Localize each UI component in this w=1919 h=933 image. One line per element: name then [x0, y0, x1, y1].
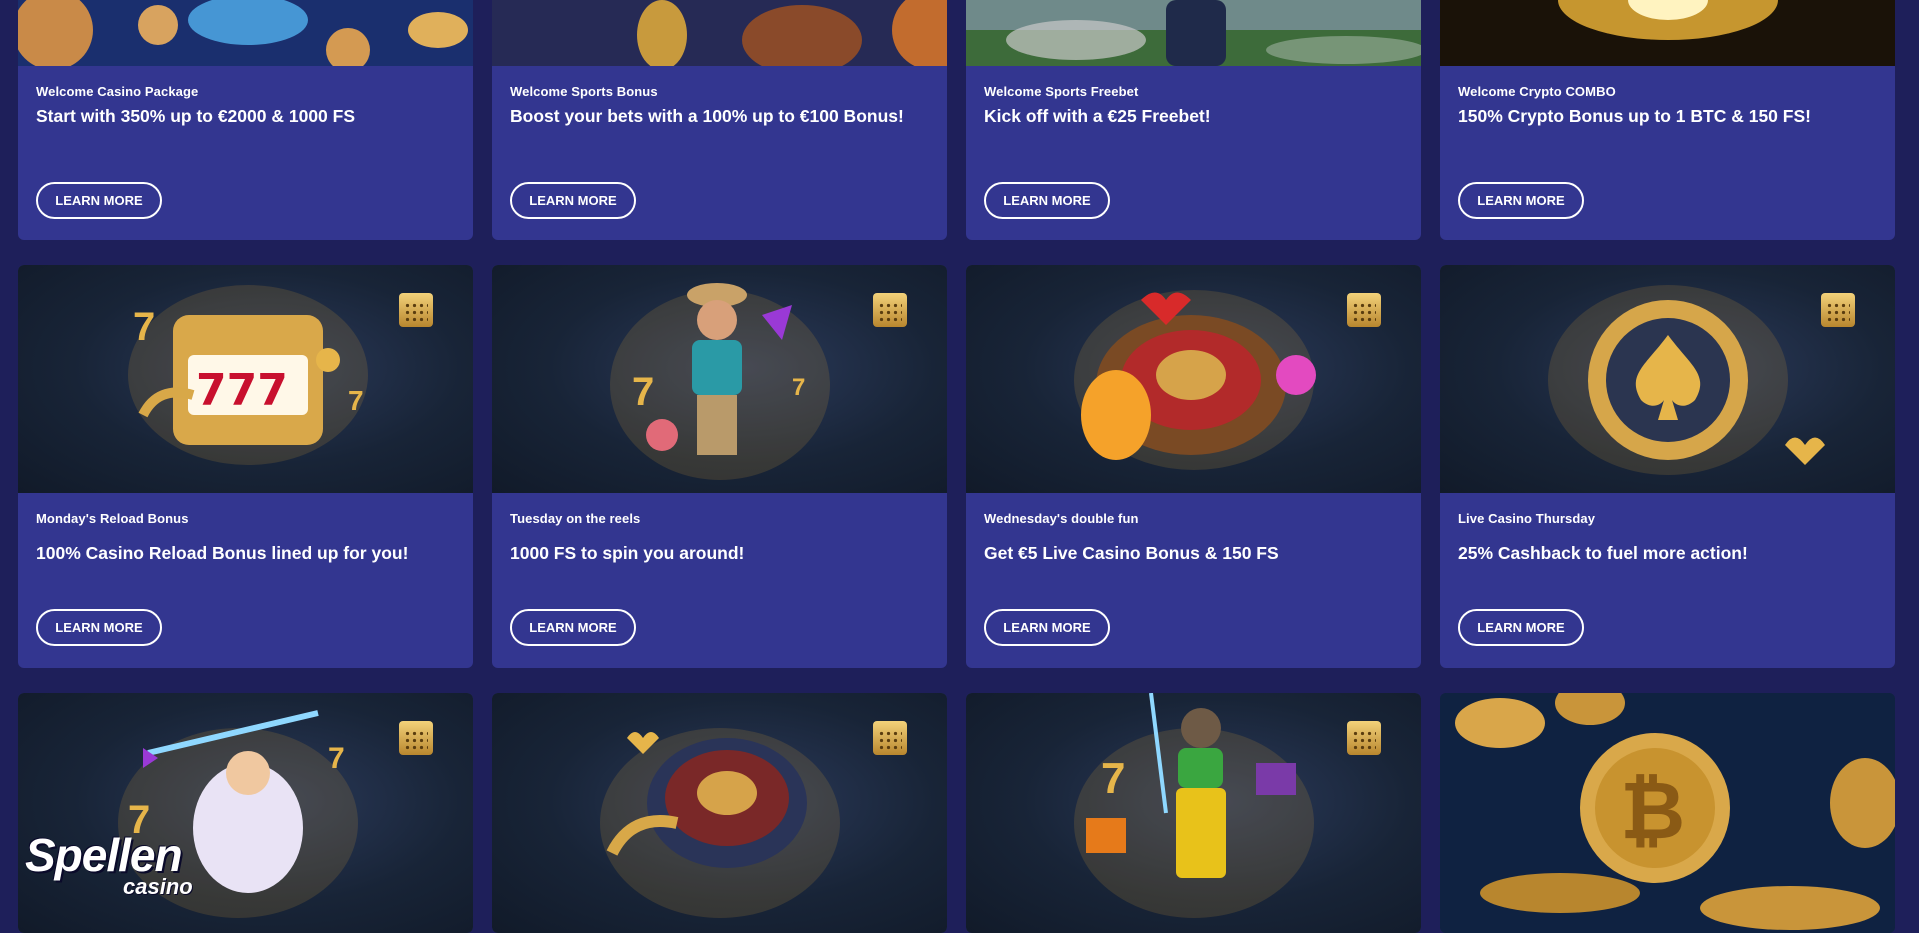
promo-title: Start with 350% up to €2000 & 1000 FS — [36, 106, 356, 126]
calendar-icon — [873, 293, 907, 327]
promo-subtitle: Welcome Sports Freebet — [984, 84, 1139, 99]
promo-image — [1440, 0, 1895, 66]
promo-card-miner[interactable]: 7 — [966, 693, 1421, 933]
promo-subtitle: Welcome Sports Bonus — [510, 84, 658, 99]
promo-card-sports-freebet[interactable]: Welcome Sports Freebet Kick off with a €… — [966, 0, 1421, 240]
promo-subtitle: Wednesday's double fun — [984, 511, 1139, 526]
promo-title: Get €5 Live Casino Bonus & 150 FS — [984, 543, 1279, 563]
calendar-icon — [399, 721, 433, 755]
learn-more-button[interactable]: LEARN MORE — [984, 609, 1110, 646]
promo-image — [18, 0, 473, 66]
promo-title: 100% Casino Reload Bonus lined up for yo… — [36, 543, 409, 563]
calendar-icon — [1821, 293, 1855, 327]
spellen-casino-logo: Spellen casino — [25, 828, 235, 903]
promo-subtitle: Welcome Casino Package — [36, 84, 199, 99]
svg-text:7: 7 — [348, 385, 364, 416]
svg-text:7: 7 — [133, 305, 155, 349]
svg-text:₿: ₿ — [1620, 766, 1685, 855]
learn-more-button[interactable]: LEARN MORE — [984, 182, 1110, 219]
promo-subtitle: Welcome Crypto COMBO — [1458, 84, 1616, 99]
promotions-grid: Welcome Casino Package Start with 350% u… — [0, 0, 1919, 933]
calendar-icon — [399, 293, 433, 327]
calendar-icon — [1347, 293, 1381, 327]
learn-more-button[interactable]: LEARN MORE — [510, 609, 636, 646]
learn-more-button[interactable]: LEARN MORE — [36, 609, 162, 646]
learn-more-button[interactable]: LEARN MORE — [36, 182, 162, 219]
promo-card-welcome-casino[interactable]: Welcome Casino Package Start with 350% u… — [18, 0, 473, 240]
promo-subtitle: Tuesday on the reels — [510, 511, 641, 526]
svg-text:7: 7 — [792, 374, 805, 401]
svg-text:7: 7 — [1101, 754, 1125, 803]
promo-title: Kick off with a €25 Freebet! — [984, 106, 1211, 126]
promo-title: Boost your bets with a 100% up to €100 B… — [510, 106, 904, 126]
promo-card-monday-reload[interactable]: 777 7 7 Monday's Reload Bonus 100% Casin… — [18, 265, 473, 668]
promo-subtitle: Live Casino Thursday — [1458, 511, 1596, 526]
promo-title: 25% Cashback to fuel more action! — [1458, 543, 1748, 563]
promo-card-welcome-sports[interactable]: Welcome Sports Bonus Boost your bets wit… — [492, 0, 947, 240]
promo-card-live-casino-thursday[interactable]: Live Casino Thursday 25% Cashback to fue… — [1440, 265, 1895, 668]
svg-text:7: 7 — [328, 742, 345, 775]
svg-text:7: 7 — [632, 370, 654, 414]
promo-subtitle: Monday's Reload Bonus — [36, 511, 189, 526]
promo-card-bitcoin[interactable]: ₿ — [1440, 693, 1895, 933]
calendar-icon — [1347, 721, 1381, 755]
promo-card-tuesday-reels[interactable]: 7 7 Tuesday on the reels 1000 FS to spin… — [492, 265, 947, 668]
learn-more-button[interactable]: LEARN MORE — [1458, 609, 1584, 646]
promo-title: 150% Crypto Bonus up to 1 BTC & 150 FS! — [1458, 106, 1811, 126]
calendar-icon — [873, 721, 907, 755]
promo-image — [966, 0, 1421, 66]
logo-subword: casino — [123, 874, 193, 899]
promo-image — [492, 0, 947, 66]
promo-card-wednesday-double[interactable]: Wednesday's double fun Get €5 Live Casin… — [966, 265, 1421, 668]
learn-more-button[interactable]: LEARN MORE — [510, 182, 636, 219]
promo-card-roulette[interactable] — [492, 693, 947, 933]
promo-card-crypto-combo[interactable]: Welcome Crypto COMBO 150% Crypto Bonus u… — [1440, 0, 1895, 240]
promo-title: 1000 FS to spin you around! — [510, 543, 745, 563]
learn-more-button[interactable]: LEARN MORE — [1458, 182, 1584, 219]
svg-text:777: 777 — [196, 365, 288, 416]
promo-image: ₿ — [1440, 693, 1895, 933]
